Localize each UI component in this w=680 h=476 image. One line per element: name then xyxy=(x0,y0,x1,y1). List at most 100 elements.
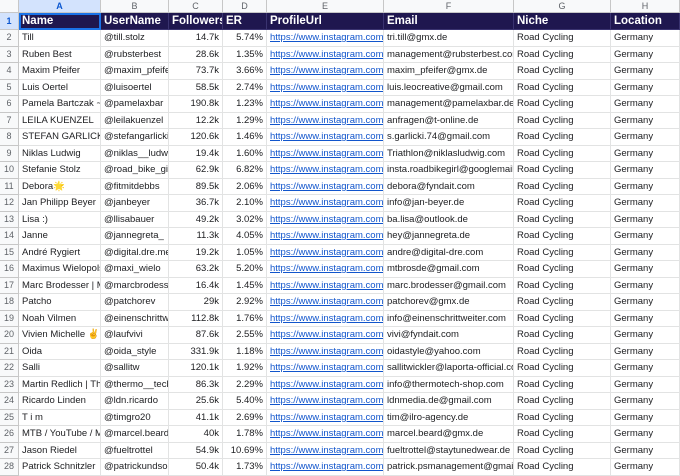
cell-email[interactable]: info@jan-beyer.de xyxy=(384,195,514,212)
cell-followers[interactable]: 87.6k xyxy=(169,327,223,344)
row-number[interactable]: 19 xyxy=(0,310,19,327)
cell-er[interactable]: 1.05% xyxy=(223,244,267,261)
cell-email[interactable]: marc.brodesser@gmail.com xyxy=(384,277,514,294)
cell-name[interactable]: Noah Vilmen xyxy=(19,310,101,327)
cell-email[interactable]: oidastyle@yahoo.com xyxy=(384,343,514,360)
cell-profileurl[interactable]: https://www.instagram.com/ xyxy=(267,459,384,476)
cell-profileurl[interactable]: https://www.instagram.com/ xyxy=(267,195,384,212)
cell-username[interactable]: @sallitw xyxy=(101,360,169,377)
row-number[interactable]: 8 xyxy=(0,129,19,146)
cell-name[interactable]: Oida xyxy=(19,343,101,360)
cell-name[interactable]: André Rygiert xyxy=(19,244,101,261)
cell-profileurl[interactable]: https://www.instagram.com/ xyxy=(267,393,384,410)
cell-niche[interactable]: Road Cycling xyxy=(514,63,611,80)
cell-location[interactable]: Germany xyxy=(611,426,680,443)
cell-name[interactable]: Debora🌟 xyxy=(19,178,101,195)
cell-niche[interactable]: Road Cycling xyxy=(514,195,611,212)
row-number[interactable]: 24 xyxy=(0,393,19,410)
cell-email[interactable]: sallitwickler@laporta-official.com xyxy=(384,360,514,377)
cell-niche[interactable]: Road Cycling xyxy=(514,261,611,278)
cell-profileurl[interactable]: https://www.instagram.com/ xyxy=(267,178,384,195)
cell-followers[interactable]: 73.7k xyxy=(169,63,223,80)
cell-er[interactable]: 1.18% xyxy=(223,343,267,360)
column-header-d[interactable]: D xyxy=(223,0,267,13)
cell-niche[interactable]: Road Cycling xyxy=(514,343,611,360)
row-number[interactable]: 5 xyxy=(0,79,19,96)
cell-followers[interactable]: 89.5k xyxy=(169,178,223,195)
cell-profileurl[interactable]: https://www.instagram.com/ xyxy=(267,376,384,393)
cell-username[interactable]: @fueltrottel xyxy=(101,442,169,459)
cell-name[interactable]: Marc Brodesser | M xyxy=(19,277,101,294)
cell-er[interactable]: 3.66% xyxy=(223,63,267,80)
row-number[interactable]: 22 xyxy=(0,360,19,377)
row-number[interactable]: 16 xyxy=(0,261,19,278)
cell-email[interactable]: debora@fyndait.com xyxy=(384,178,514,195)
cell-er[interactable]: 1.76% xyxy=(223,310,267,327)
cell-followers[interactable]: 36.7k xyxy=(169,195,223,212)
cell-username[interactable]: @niklas__ludwig xyxy=(101,145,169,162)
cell-er[interactable]: 6.82% xyxy=(223,162,267,179)
cell-niche[interactable]: Road Cycling xyxy=(514,277,611,294)
row-number[interactable]: 18 xyxy=(0,294,19,311)
cell-name[interactable]: Vivien Michelle ✌ xyxy=(19,327,101,344)
cell-niche[interactable]: Road Cycling xyxy=(514,360,611,377)
cell-followers[interactable]: 62.9k xyxy=(169,162,223,179)
cell-followers[interactable]: 16.4k xyxy=(169,277,223,294)
cell-name[interactable]: Maxim Pfeifer xyxy=(19,63,101,80)
header-cell-niche[interactable]: Niche xyxy=(514,13,611,30)
row-number[interactable]: 7 xyxy=(0,112,19,129)
cell-er[interactable]: 3.02% xyxy=(223,211,267,228)
cell-location[interactable]: Germany xyxy=(611,162,680,179)
header-cell-email[interactable]: Email xyxy=(384,13,514,30)
cell-profileurl[interactable]: https://www.instagram.com/ xyxy=(267,211,384,228)
cell-niche[interactable]: Road Cycling xyxy=(514,310,611,327)
cell-username[interactable]: @jannegreta_ xyxy=(101,228,169,245)
cell-username[interactable]: @oida_style xyxy=(101,343,169,360)
cell-niche[interactable]: Road Cycling xyxy=(514,46,611,63)
cell-username[interactable]: @stefangarlicki xyxy=(101,129,169,146)
cell-profileurl[interactable]: https://www.instagram.com/ xyxy=(267,46,384,63)
column-header-b[interactable]: B xyxy=(101,0,169,13)
row-number[interactable]: 21 xyxy=(0,343,19,360)
cell-followers[interactable]: 190.8k xyxy=(169,96,223,113)
cell-username[interactable]: @pamelaxbar xyxy=(101,96,169,113)
column-header-a[interactable]: A xyxy=(19,0,101,13)
cell-email[interactable]: ldnmedia.de@gmail.com xyxy=(384,393,514,410)
column-header-c[interactable]: C xyxy=(169,0,223,13)
cell-name[interactable]: T i m xyxy=(19,409,101,426)
cell-name[interactable]: STEFAN GARLICKI xyxy=(19,129,101,146)
cell-name[interactable]: Till xyxy=(19,30,101,47)
cell-er[interactable]: 1.73% xyxy=(223,459,267,476)
cell-name[interactable]: Ricardo Linden xyxy=(19,393,101,410)
cell-profileurl[interactable]: https://www.instagram.com/ xyxy=(267,360,384,377)
row-number[interactable]: 17 xyxy=(0,277,19,294)
cell-er[interactable]: 5.40% xyxy=(223,393,267,410)
cell-profileurl[interactable]: https://www.instagram.com/ xyxy=(267,327,384,344)
cell-profileurl[interactable]: https://www.instagram.com/ xyxy=(267,244,384,261)
cell-location[interactable]: Germany xyxy=(611,442,680,459)
cell-location[interactable]: Germany xyxy=(611,112,680,129)
cell-followers[interactable]: 112.8k xyxy=(169,310,223,327)
cell-email[interactable]: tim@ilro-agency.de xyxy=(384,409,514,426)
cell-er[interactable]: 1.45% xyxy=(223,277,267,294)
cell-name[interactable]: Luis Oertel xyxy=(19,79,101,96)
cell-email[interactable]: management@rubsterbest.com xyxy=(384,46,514,63)
cell-name[interactable]: Ruben Best xyxy=(19,46,101,63)
cell-profileurl[interactable]: https://www.instagram.com/ xyxy=(267,261,384,278)
cell-name[interactable]: Salli xyxy=(19,360,101,377)
cell-email[interactable]: management@pamelaxbar.de xyxy=(384,96,514,113)
cell-followers[interactable]: 25.6k xyxy=(169,393,223,410)
select-all-corner[interactable] xyxy=(0,0,19,13)
cell-followers[interactable]: 19.4k xyxy=(169,145,223,162)
cell-followers[interactable]: 63.2k xyxy=(169,261,223,278)
cell-email[interactable]: vivi@fyndait.com xyxy=(384,327,514,344)
cell-email[interactable]: marcel.beard@gmx.de xyxy=(384,426,514,443)
cell-niche[interactable]: Road Cycling xyxy=(514,112,611,129)
cell-name[interactable]: Patrick Schnitzler xyxy=(19,459,101,476)
cell-er[interactable]: 5.20% xyxy=(223,261,267,278)
cell-location[interactable]: Germany xyxy=(611,145,680,162)
cell-niche[interactable]: Road Cycling xyxy=(514,244,611,261)
row-number[interactable]: 28 xyxy=(0,459,19,476)
header-cell-profileurl[interactable]: ProfileUrl xyxy=(267,13,384,30)
cell-er[interactable]: 2.69% xyxy=(223,409,267,426)
